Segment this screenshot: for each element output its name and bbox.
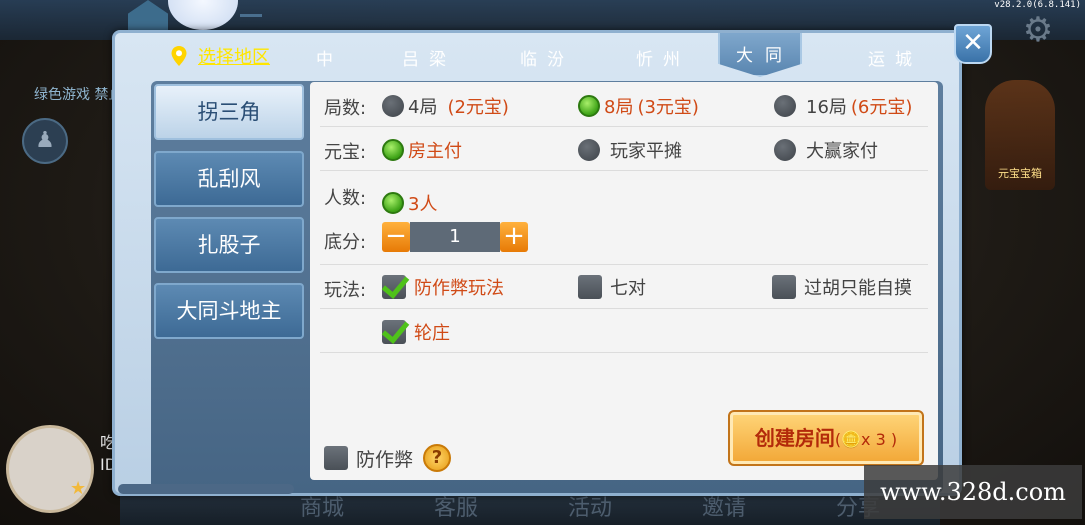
players-label: 人数: xyxy=(324,188,367,209)
checkbox-icon xyxy=(772,275,796,299)
base-score-stepper: − 1 + xyxy=(382,222,528,252)
radio-icon xyxy=(382,95,404,117)
radio-icon xyxy=(578,139,600,161)
gold-option-winner-pays[interactable]: 大赢家付 xyxy=(774,137,878,163)
radio-selected-icon xyxy=(382,139,404,161)
help-icon[interactable]: ? xyxy=(423,444,452,472)
radio-selected-icon xyxy=(382,192,404,214)
anticheat-toggle[interactable]: 防作弊 ? xyxy=(324,444,452,472)
rounds-label: 局数: xyxy=(324,98,367,119)
stamp-icon[interactable]: ♟ xyxy=(22,118,68,164)
rule-pass-hu-self-draw[interactable]: 过胡只能自摸 xyxy=(772,274,912,300)
rule-label: 防作弊玩法 xyxy=(414,278,504,299)
rule-label: 过胡只能自摸 xyxy=(804,278,912,299)
checkbox-checked-icon xyxy=(382,320,406,344)
rounds-option-8[interactable]: 8局 (3元宝) xyxy=(578,93,699,119)
radio-icon xyxy=(774,95,796,117)
rounds-option-cost: (6元宝) xyxy=(850,97,913,118)
increment-button[interactable]: + xyxy=(500,222,528,252)
rounds-option-cost: (3元宝) xyxy=(637,97,699,118)
gold-label: 元宝: xyxy=(324,142,367,163)
tab-datong[interactable]: 大同 xyxy=(718,33,802,77)
players-option-label: 3人 xyxy=(408,194,438,215)
options-panel: 局数: 4局 (2元宝) 8局 (3元宝) 16局 (6元宝) 元宝: 房主付 … xyxy=(310,82,938,480)
rounds-option-label: 4局 xyxy=(408,97,438,118)
gold-option-split[interactable]: 玩家平摊 xyxy=(578,137,682,163)
star-icon: ★ xyxy=(70,478,87,499)
divider xyxy=(320,264,928,265)
avatar[interactable] xyxy=(6,425,94,513)
rounds-option-label: 16局 xyxy=(806,97,847,118)
tab-linfen[interactable]: 临汾 xyxy=(520,45,574,70)
rule-rotate-dealer[interactable]: 轮庄 xyxy=(382,319,450,345)
region-tab-strip: 选择地区 中 吕梁 临汾 忻州 大同 运城 xyxy=(140,33,940,79)
version-text: v28.2.0(6.8.141) xyxy=(994,0,1081,10)
gear-icon[interactable]: ⚙ xyxy=(1020,12,1056,48)
divider xyxy=(320,126,928,127)
rules-label: 玩法: xyxy=(324,280,367,301)
location-pin-icon xyxy=(171,46,187,66)
menu-item-guaisanjiao[interactable]: 拐三角 xyxy=(154,84,304,140)
select-region-label: 选择地区 xyxy=(198,47,270,68)
create-room-label: 创建房间 xyxy=(754,426,835,450)
gold-option-label: 房主付 xyxy=(408,141,462,162)
tab-yuncheng[interactable]: 运城 xyxy=(868,45,922,70)
gold-option-label: 大赢家付 xyxy=(806,141,878,162)
rule-label: 七对 xyxy=(610,278,646,299)
watermark-text: www.328d.com xyxy=(864,465,1082,519)
checkbox-icon xyxy=(578,275,602,299)
decrement-button[interactable]: − xyxy=(382,222,410,252)
tab-xinzhou[interactable]: 忻州 xyxy=(636,45,690,70)
rounds-option-4[interactable]: 4局 (2元宝) xyxy=(382,93,509,119)
menu-item-zhaguzi[interactable]: 扎股子 xyxy=(154,217,304,273)
base-score-value: 1 xyxy=(410,222,500,252)
rule-anticheat-play[interactable]: 防作弊玩法 xyxy=(382,274,504,300)
close-icon: ✕ xyxy=(962,28,984,58)
treasure-box-label: 元宝宝箱 xyxy=(998,167,1042,180)
rule-label: 轮庄 xyxy=(414,323,450,344)
tab-lvliang[interactable]: 吕梁 xyxy=(402,45,456,70)
gold-option-label: 玩家平摊 xyxy=(610,141,682,162)
checkbox-icon xyxy=(324,446,348,470)
base-score-label: 底分: xyxy=(324,232,367,253)
close-button[interactable]: ✕ xyxy=(954,24,992,64)
players-option-3[interactable]: 3人 xyxy=(382,190,437,216)
rounds-option-cost: (2元宝) xyxy=(447,97,509,118)
menu-item-datong-doudizhu[interactable]: 大同斗地主 xyxy=(154,283,304,339)
select-region-button[interactable]: 选择地区 xyxy=(170,43,270,69)
decorative-line xyxy=(240,14,262,17)
menu-item-luanguafeng[interactable]: 乱刮风 xyxy=(154,151,304,207)
divider xyxy=(320,308,928,309)
create-room-cost: (🪙x 3 ) xyxy=(834,430,898,449)
divider xyxy=(320,352,928,353)
create-room-button[interactable]: 创建房间(🪙x 3 ) xyxy=(728,410,924,466)
anticheat-label: 防作弊 xyxy=(356,448,414,471)
divider xyxy=(320,170,928,171)
scrollbar[interactable] xyxy=(118,484,294,494)
checkbox-checked-icon xyxy=(382,275,406,299)
radio-icon xyxy=(774,139,796,161)
tab-zhong[interactable]: 中 xyxy=(316,45,343,70)
gold-option-host-pays[interactable]: 房主付 xyxy=(382,137,462,163)
rounds-option-label: 8局 xyxy=(604,97,634,118)
rounds-option-16[interactable]: 16局 (6元宝) xyxy=(774,93,912,119)
green-game-notice: 绿色游戏 禁止 xyxy=(34,87,123,103)
radio-selected-icon xyxy=(578,95,600,117)
rule-seven-pairs[interactable]: 七对 xyxy=(578,274,646,300)
